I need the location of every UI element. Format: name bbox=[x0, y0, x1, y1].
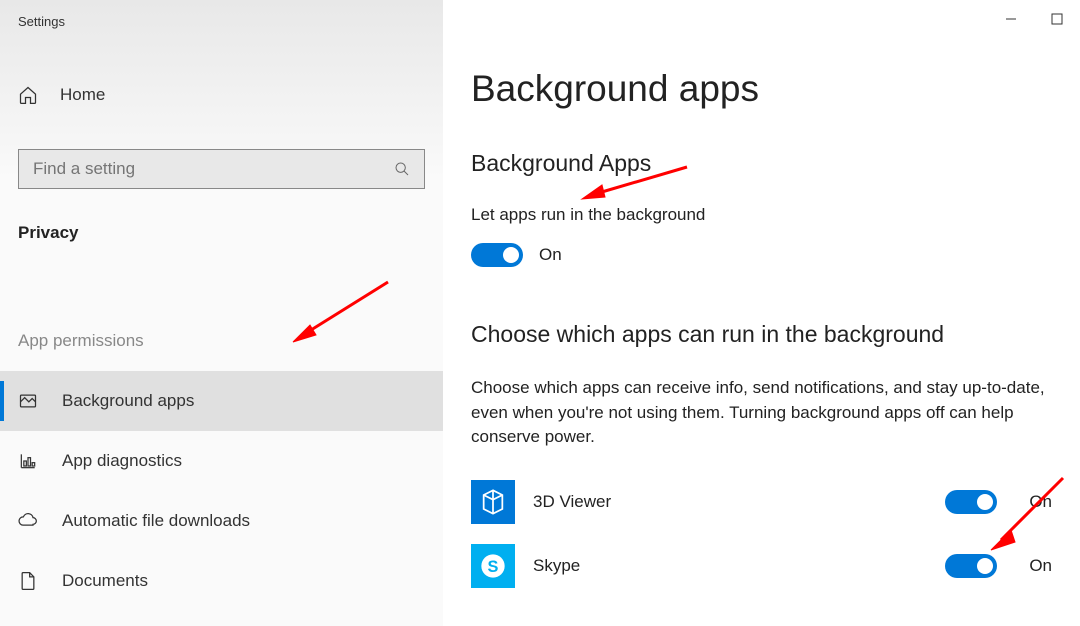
skype-icon: S bbox=[471, 544, 515, 588]
nav-app-diagnostics[interactable]: App diagnostics bbox=[0, 431, 443, 491]
diagnostics-icon bbox=[18, 451, 38, 471]
settings-sidebar: Settings Home Find a setting Privacy App… bbox=[0, 0, 443, 626]
section-title-2: Choose which apps can run in the backgro… bbox=[471, 321, 1052, 348]
window-controls bbox=[988, 4, 1080, 34]
3d-viewer-icon bbox=[471, 480, 515, 524]
window-title: Settings bbox=[0, 0, 443, 29]
app-toggle-state: On bbox=[1029, 556, 1052, 576]
nav-label: App diagnostics bbox=[62, 451, 182, 471]
app-row-3d-viewer: 3D Viewer On bbox=[471, 480, 1052, 524]
nav-label: Documents bbox=[62, 571, 148, 591]
svg-text:S: S bbox=[488, 558, 499, 576]
search-icon bbox=[394, 161, 410, 177]
sidebar-subsection: App permissions bbox=[0, 331, 443, 351]
app-toggle-state: On bbox=[1029, 492, 1052, 512]
app-toggle-3d-viewer[interactable] bbox=[945, 490, 997, 514]
app-name: Skype bbox=[533, 556, 945, 576]
home-icon bbox=[18, 85, 38, 105]
search-input[interactable]: Find a setting bbox=[18, 149, 425, 189]
toggle-state: On bbox=[539, 245, 562, 265]
nav-documents[interactable]: Documents bbox=[0, 551, 443, 611]
document-icon bbox=[18, 571, 38, 591]
background-apps-toggle[interactable] bbox=[471, 243, 523, 267]
home-label: Home bbox=[60, 85, 105, 105]
nav-label: Background apps bbox=[62, 391, 194, 411]
app-name: 3D Viewer bbox=[533, 492, 945, 512]
sidebar-section: Privacy bbox=[0, 223, 443, 243]
background-apps-icon bbox=[18, 391, 38, 411]
home-nav[interactable]: Home bbox=[0, 75, 443, 115]
section-title: Background Apps bbox=[471, 150, 1052, 177]
section-description: Choose which apps can receive info, send… bbox=[471, 376, 1051, 450]
nav-automatic-downloads[interactable]: Automatic file downloads bbox=[0, 491, 443, 551]
setting-label: Let apps run in the background bbox=[471, 205, 1052, 225]
nav-background-apps[interactable]: Background apps bbox=[0, 371, 443, 431]
main-content: Background apps Background Apps Let apps… bbox=[443, 0, 1080, 626]
nav-label: Automatic file downloads bbox=[62, 511, 250, 531]
minimize-button[interactable] bbox=[988, 4, 1034, 34]
cloud-download-icon bbox=[18, 511, 38, 531]
maximize-button[interactable] bbox=[1034, 4, 1080, 34]
page-title: Background apps bbox=[471, 68, 1052, 110]
search-placeholder: Find a setting bbox=[33, 159, 394, 179]
nav-list: Background apps App diagnostics Automati… bbox=[0, 371, 443, 611]
app-row-skype: S Skype On bbox=[471, 544, 1052, 588]
app-toggle-skype[interactable] bbox=[945, 554, 997, 578]
